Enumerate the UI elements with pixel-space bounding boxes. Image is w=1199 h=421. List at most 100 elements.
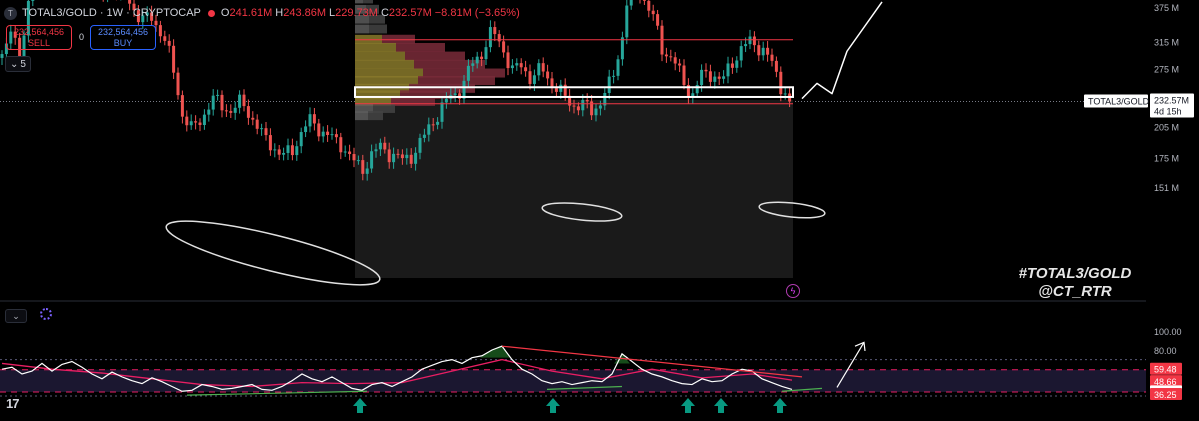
symbol-logo[interactable]: T [4, 6, 17, 20]
volume-profile-bar-up [355, 0, 363, 4]
candle-body [343, 151, 347, 153]
price-tick-label: 151 M [1154, 183, 1179, 193]
candle-body [730, 63, 734, 68]
volume-profile-box [355, 100, 793, 278]
candle-body [572, 105, 576, 107]
candle-body [304, 126, 308, 133]
candle-body [176, 72, 180, 96]
candle-body [537, 63, 541, 76]
volume-profile-bar-down [368, 111, 383, 121]
candle-body [717, 76, 721, 79]
candle-body [752, 36, 756, 46]
candle-body [273, 149, 277, 151]
candle-body [361, 160, 365, 174]
volume-profile-bar-up [355, 76, 418, 86]
price-tick-label: 375 M [1154, 3, 1179, 13]
candle-body [400, 154, 404, 159]
candle-body [722, 76, 726, 79]
rsi-value-tag: 59.48 [1154, 365, 1177, 375]
candle-body [290, 145, 294, 156]
projection-path [801, 1, 883, 100]
price-axis[interactable]: 750 M650 M530 M450 M375 M315 M275 M205 M… [1084, 0, 1194, 193]
candle-body [405, 154, 409, 159]
symbol-title[interactable]: TOTAL3/GOLD · 1W · CRYPTOCAP [22, 7, 201, 19]
candle-body [427, 124, 431, 135]
candle-body [524, 67, 528, 72]
candle-body [286, 145, 290, 153]
candle-body [440, 102, 444, 122]
candle-body [339, 137, 343, 153]
lightning-icon[interactable]: ϟ [786, 284, 800, 298]
volume-profile-bar-down [369, 24, 387, 34]
candle-body [612, 75, 616, 77]
candle-body [185, 116, 189, 126]
candle-body [299, 132, 303, 147]
buy-label: BUY [113, 38, 133, 48]
candle-body [471, 63, 475, 66]
rsi-axis[interactable]: 100.0080.0059.4848.6638.9436.25 [1150, 327, 1182, 400]
candle-body [651, 10, 655, 15]
chevron-down-icon: ⌄ [10, 58, 19, 70]
candle-body [735, 60, 739, 68]
candle-body [757, 45, 761, 56]
tradingview-logo[interactable]: 17 [6, 396, 20, 411]
symbol-tag-label: TOTAL3/GOLD [1088, 97, 1150, 107]
candle-body [576, 106, 580, 111]
rsi-collapse-button[interactable]: ⌄ [5, 309, 27, 323]
candle-body [629, 0, 633, 6]
volume-profile-bar-down [405, 51, 465, 61]
buy-signal-arrow-icon [353, 398, 367, 413]
indicators-toggle-button[interactable]: ⌄ 5 [5, 56, 31, 72]
chart-canvas[interactable]: 750 M650 M530 M450 M375 M315 M275 M205 M… [0, 0, 1199, 421]
candle-body [616, 59, 620, 76]
change-value: −8.81M (−3.65%) [434, 7, 520, 19]
watermark-line1: #TOTAL3/GOLD [1018, 265, 1132, 282]
candle-body [264, 128, 268, 136]
price-tick-label: 205 M [1154, 122, 1179, 132]
candle-body [414, 152, 418, 164]
countdown-label: 4d 15h [1154, 107, 1182, 117]
candle-body [506, 52, 510, 69]
candle-body [594, 108, 598, 116]
candle-body [255, 119, 259, 129]
candle-body [779, 71, 783, 95]
candle-body [607, 76, 611, 94]
rsi-tick-label: 100.00 [1154, 327, 1182, 337]
candle-body [202, 114, 206, 126]
candle-body [387, 149, 391, 163]
candle-body [528, 71, 532, 84]
candle-body [242, 94, 246, 107]
candle-body [326, 131, 330, 135]
buy-signal-arrow-icon [773, 398, 787, 413]
candle-body [642, 0, 646, 1]
candle-body [554, 88, 558, 92]
candle-body [321, 131, 325, 137]
candle-body [396, 153, 400, 155]
candle-body [172, 45, 176, 73]
candle-body [317, 123, 321, 137]
price-tick-label: 315 M [1154, 38, 1179, 48]
candle-body [748, 36, 752, 45]
sell-price: 232,564,456 [13, 27, 65, 37]
candle-body [392, 153, 396, 163]
bottom-ellipse [165, 220, 381, 286]
candle-body [233, 107, 237, 113]
candle-body [515, 63, 519, 66]
candle-body [488, 27, 492, 48]
candle-body [436, 121, 440, 125]
candle-body [0, 54, 4, 58]
sell-button[interactable]: 232,564,456 SELL [6, 25, 72, 50]
open-value: 241.61M [229, 7, 273, 19]
candle-body [700, 69, 704, 86]
candle-body [480, 56, 484, 60]
candle-body [770, 54, 774, 61]
candle-body [713, 76, 717, 82]
buy-button[interactable]: 232,564,456 BUY [90, 25, 156, 50]
close-value: 232.57M [388, 7, 432, 19]
candle-body [224, 110, 228, 112]
candle-body [532, 75, 536, 84]
candle-body [383, 142, 387, 150]
low-value: 229.73M [335, 7, 378, 19]
candle-body [198, 122, 202, 126]
candle-body [739, 46, 743, 61]
